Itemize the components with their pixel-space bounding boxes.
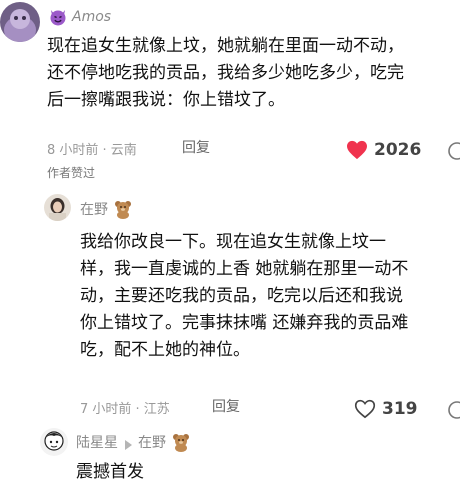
reply-target-username[interactable]: 在野 xyxy=(138,432,166,452)
username-row-zaiye: 在野 xyxy=(80,199,133,219)
reply-button[interactable]: 回复 xyxy=(212,396,240,416)
dislike-icon xyxy=(448,142,460,160)
teddy-bear-icon xyxy=(113,199,133,219)
comment-line: 后一擦嘴跟我说：你上错坟了。 xyxy=(47,90,285,110)
username-zaiye[interactable]: 在野 xyxy=(80,199,108,219)
heart-filled-icon xyxy=(347,140,367,160)
comment-line: 吃，配不上她的神位。 xyxy=(80,340,250,360)
comment-body-amos: 现在追女生就像上坟，她就躺在里面一动不动， 还不停地吃我的贡品，我给多少她吃多少… xyxy=(47,33,460,114)
comment-meta-amos: 8 小时前 · 云南 xyxy=(47,143,137,158)
like-button[interactable]: 2026 xyxy=(346,140,421,160)
comment-line: 还不停地吃我的贡品，我给多少她吃多少，吃完 xyxy=(47,63,404,83)
username-row-luxingxing: 陆星星 在野 xyxy=(76,432,191,452)
comment-line: 我给你改良一下。现在追女生就像上坟一 xyxy=(80,232,386,252)
comment-line: 样，我一直虔诚的上香 她就躺在那里一动不 xyxy=(80,259,409,279)
username-amos[interactable]: Amos xyxy=(72,9,111,25)
comment-line: 现在追女生就像上坟，她就躺在里面一动不动， xyxy=(47,36,404,56)
heart-outline-icon xyxy=(354,399,376,419)
reply-arrow-icon xyxy=(123,436,133,450)
comment-meta-zaiye: 7 小时前 · 江苏 xyxy=(80,402,170,417)
like-button[interactable]: 319 xyxy=(354,399,418,419)
portrait-avatar-icon xyxy=(44,194,71,221)
comment-line: 动，主要还吃我的贡品，吃完以后还和我说 xyxy=(80,286,403,306)
like-count: 319 xyxy=(382,399,418,419)
dislike-icon xyxy=(448,401,460,419)
edge-icon-partial[interactable] xyxy=(447,141,460,161)
avatar-luxingxing[interactable] xyxy=(40,428,68,456)
reply-button[interactable]: 回复 xyxy=(182,137,210,157)
devil-avatar-icon xyxy=(0,2,40,42)
like-count: 2026 xyxy=(374,140,422,160)
avatar-zaiye[interactable] xyxy=(44,194,71,221)
teddy-bear-icon xyxy=(171,432,191,452)
username-row-amos: Amos xyxy=(48,6,111,28)
devil-emoji-icon xyxy=(48,7,68,27)
edge-icon-partial[interactable] xyxy=(447,400,460,420)
comment-body-luxingxing: 震撼首发 xyxy=(76,462,144,482)
username-luxingxing[interactable]: 陆星星 xyxy=(76,432,118,452)
comment-line: 你上错坟了。完事抹抹嘴 还嫌弃我的贡品难 xyxy=(80,313,409,333)
comment-body-zaiye: 我给你改良一下。现在追女生就像上坟一 样，我一直虔诚的上香 她就躺在那里一动不 … xyxy=(80,229,460,364)
avatar-amos[interactable] xyxy=(0,2,40,42)
cartoon-avatar-icon xyxy=(40,428,68,456)
author-liked-badge: 作者赞过 xyxy=(47,166,96,180)
